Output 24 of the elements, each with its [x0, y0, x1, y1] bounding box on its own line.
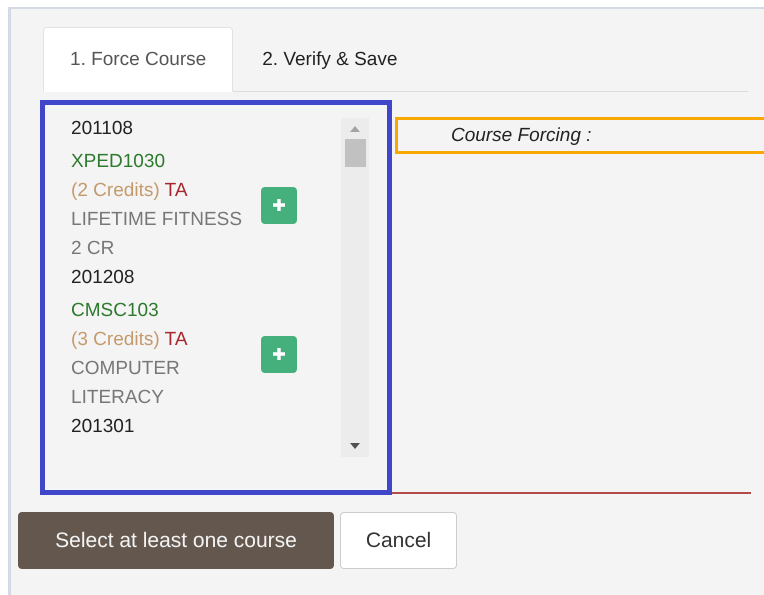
course-attribute: TA [164, 180, 188, 201]
add-button[interactable] [261, 186, 297, 224]
plus-icon [272, 347, 286, 361]
course-title: COMPUTER LITERACY [71, 357, 181, 410]
tab[interactable]: 2. Verify & Save [233, 27, 426, 92]
course-attribute: TA [164, 329, 188, 350]
course-credits: (3 Credits) [71, 329, 160, 350]
course-title: LIFETIME FITNESS 2 CR [71, 208, 244, 261]
scroll-thumb[interactable] [344, 139, 366, 167]
scroll-down-icon[interactable] [350, 443, 360, 449]
cancel-button[interactable]: Cancel [340, 512, 457, 569]
scrollbar[interactable] [341, 118, 369, 457]
scroll-up-icon[interactable] [350, 126, 360, 132]
submit-button[interactable]: Select at least one course [18, 512, 334, 569]
course-code: XPED1030 [71, 150, 166, 174]
add-button[interactable] [261, 336, 297, 372]
course-code: CMSC103 [71, 299, 160, 323]
tab[interactable]: 1. Force Course [43, 27, 234, 92]
course-forcing-label: Course Forcing : [451, 124, 592, 146]
term-heading: 201301 [71, 415, 136, 439]
plus-icon [272, 198, 286, 212]
term-heading: 201208 [71, 266, 136, 290]
course-credits: (2 Credits) [71, 180, 160, 201]
term-heading: 201108 [71, 117, 134, 141]
